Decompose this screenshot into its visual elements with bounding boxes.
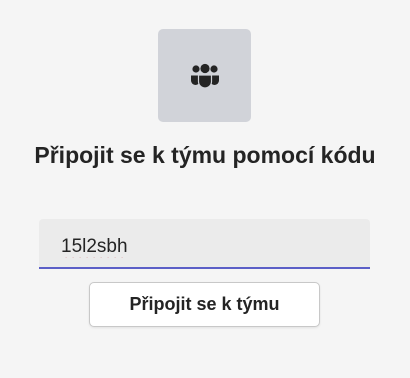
team-code-input[interactable] (39, 219, 370, 267)
join-team-button[interactable]: Připojit se k týmu (89, 282, 320, 327)
team-icon-tile (158, 29, 251, 122)
team-code-field[interactable] (39, 219, 370, 269)
page-title: Připojit se k týmu pomocí kódu (34, 142, 376, 168)
team-people-icon (190, 63, 219, 89)
